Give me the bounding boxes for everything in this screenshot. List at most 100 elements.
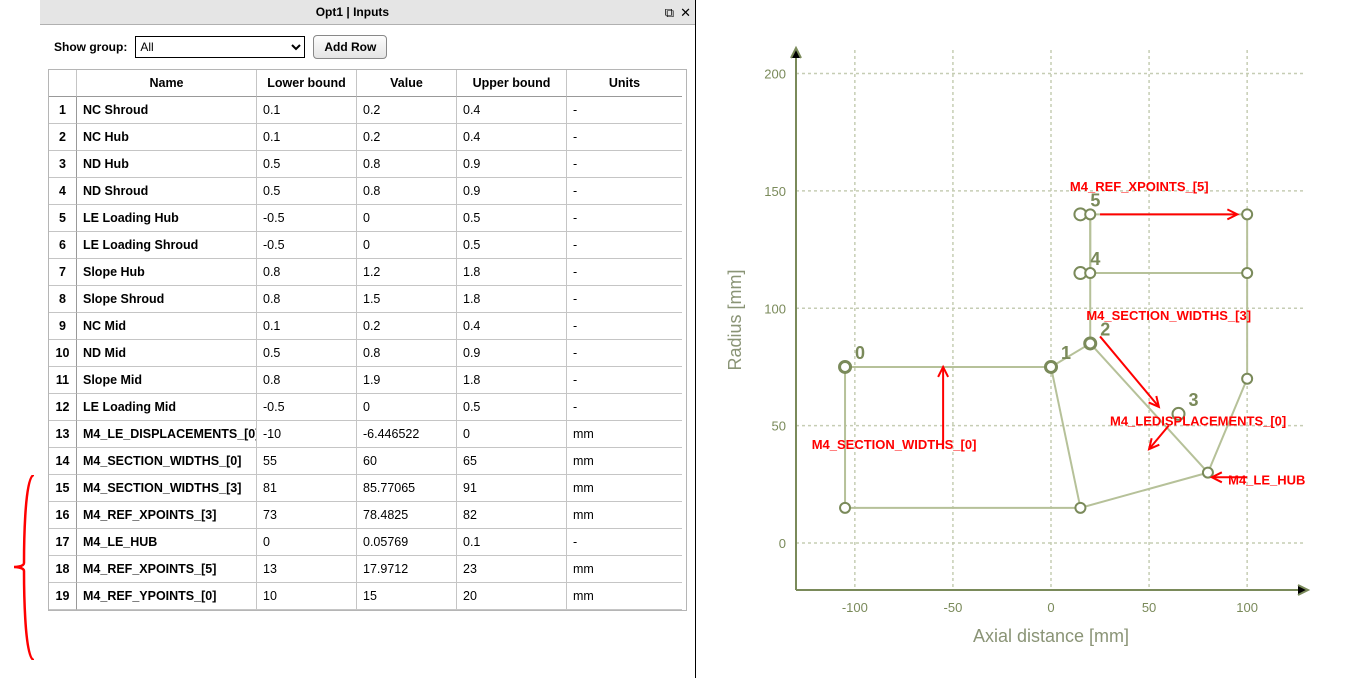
table-row[interactable]: 10ND Mid0.50.80.9-	[49, 340, 686, 367]
cell-value[interactable]: 0.05769	[357, 529, 457, 556]
table-row[interactable]: 18M4_REF_XPOINTS_[5]1317.971223mm	[49, 556, 686, 583]
table-row[interactable]: 15M4_SECTION_WIDTHS_[3]8185.7706591mm	[49, 475, 686, 502]
cell-name[interactable]: ND Hub	[77, 151, 257, 178]
col-units[interactable]: Units	[567, 70, 682, 97]
cell-value[interactable]: -6.446522	[357, 421, 457, 448]
cell-value[interactable]: 0.2	[357, 97, 457, 124]
cell-upper[interactable]: 0.5	[457, 205, 567, 232]
cell-units[interactable]: mm	[567, 556, 682, 583]
cell-upper[interactable]: 0.9	[457, 178, 567, 205]
close-icon[interactable]: ✕	[680, 6, 691, 19]
cell-units[interactable]: mm	[567, 421, 682, 448]
table-row[interactable]: 13M4_LE_DISPLACEMENTS_[0]-10-6.4465220mm	[49, 421, 686, 448]
cell-name[interactable]: M4_REF_YPOINTS_[0]	[77, 583, 257, 610]
cell-units[interactable]: -	[567, 367, 682, 394]
cell-name[interactable]: Slope Shroud	[77, 286, 257, 313]
cell-value[interactable]: 0	[357, 205, 457, 232]
cell-units[interactable]: mm	[567, 583, 682, 610]
cell-value[interactable]: 0	[357, 232, 457, 259]
cell-units[interactable]: -	[567, 151, 682, 178]
cell-units[interactable]: -	[567, 529, 682, 556]
cell-upper[interactable]: 91	[457, 475, 567, 502]
cell-value[interactable]: 78.4825	[357, 502, 457, 529]
cell-lower[interactable]: 0.8	[257, 259, 357, 286]
cell-upper[interactable]: 82	[457, 502, 567, 529]
cell-value[interactable]: 0.8	[357, 340, 457, 367]
cell-name[interactable]: M4_SECTION_WIDTHS_[3]	[77, 475, 257, 502]
cell-upper[interactable]: 0.9	[457, 151, 567, 178]
cell-units[interactable]: -	[567, 286, 682, 313]
cell-units[interactable]: -	[567, 178, 682, 205]
cell-lower[interactable]: 10	[257, 583, 357, 610]
table-row[interactable]: 1NC Shroud0.10.20.4-	[49, 97, 686, 124]
add-row-button[interactable]: Add Row	[313, 35, 387, 59]
cell-upper[interactable]: 65	[457, 448, 567, 475]
cell-upper[interactable]: 20	[457, 583, 567, 610]
cell-value[interactable]: 0	[357, 394, 457, 421]
show-group-select[interactable]: All	[135, 36, 305, 58]
cell-name[interactable]: LE Loading Shroud	[77, 232, 257, 259]
cell-name[interactable]: Slope Mid	[77, 367, 257, 394]
table-row[interactable]: 8Slope Shroud0.81.51.8-	[49, 286, 686, 313]
cell-units[interactable]: mm	[567, 502, 682, 529]
cell-name[interactable]: M4_LE_DISPLACEMENTS_[0]	[77, 421, 257, 448]
table-row[interactable]: 3ND Hub0.50.80.9-	[49, 151, 686, 178]
table-row[interactable]: 17M4_LE_HUB00.057690.1-	[49, 529, 686, 556]
cell-value[interactable]: 0.2	[357, 124, 457, 151]
cell-lower[interactable]: 81	[257, 475, 357, 502]
cell-name[interactable]: LE Loading Mid	[77, 394, 257, 421]
cell-upper[interactable]: 1.8	[457, 286, 567, 313]
cell-lower[interactable]: 0	[257, 529, 357, 556]
cell-value[interactable]: 1.9	[357, 367, 457, 394]
cell-lower[interactable]: -0.5	[257, 394, 357, 421]
cell-value[interactable]: 17.9712	[357, 556, 457, 583]
cell-upper[interactable]: 0.4	[457, 124, 567, 151]
table-row[interactable]: 19M4_REF_YPOINTS_[0]101520mm	[49, 583, 686, 610]
cell-upper[interactable]: 0.4	[457, 97, 567, 124]
cell-upper[interactable]: 0.5	[457, 394, 567, 421]
table-row[interactable]: 9NC Mid0.10.20.4-	[49, 313, 686, 340]
cell-name[interactable]: ND Shroud	[77, 178, 257, 205]
cell-upper[interactable]: 0.9	[457, 340, 567, 367]
cell-name[interactable]: M4_REF_XPOINTS_[3]	[77, 502, 257, 529]
cell-upper[interactable]: 1.8	[457, 367, 567, 394]
cell-units[interactable]: -	[567, 259, 682, 286]
cell-upper[interactable]: 0.1	[457, 529, 567, 556]
cell-name[interactable]: NC Shroud	[77, 97, 257, 124]
table-row[interactable]: 7Slope Hub0.81.21.8-	[49, 259, 686, 286]
cell-upper[interactable]: 0.4	[457, 313, 567, 340]
table-row[interactable]: 2NC Hub0.10.20.4-	[49, 124, 686, 151]
cell-units[interactable]: -	[567, 205, 682, 232]
cell-lower[interactable]: 0.5	[257, 340, 357, 367]
cell-name[interactable]: M4_SECTION_WIDTHS_[0]	[77, 448, 257, 475]
col-upper[interactable]: Upper bound	[457, 70, 567, 97]
cell-upper[interactable]: 1.8	[457, 259, 567, 286]
table-row[interactable]: 5LE Loading Hub-0.500.5-	[49, 205, 686, 232]
cell-name[interactable]: Slope Hub	[77, 259, 257, 286]
cell-lower[interactable]: -0.5	[257, 232, 357, 259]
cell-value[interactable]: 0.8	[357, 178, 457, 205]
cell-value[interactable]: 85.77065	[357, 475, 457, 502]
cell-upper[interactable]: 23	[457, 556, 567, 583]
cell-units[interactable]: mm	[567, 448, 682, 475]
table-row[interactable]: 4ND Shroud0.50.80.9-	[49, 178, 686, 205]
table-row[interactable]: 16M4_REF_XPOINTS_[3]7378.482582mm	[49, 502, 686, 529]
cell-lower[interactable]: -10	[257, 421, 357, 448]
cell-name[interactable]: LE Loading Hub	[77, 205, 257, 232]
cell-value[interactable]: 15	[357, 583, 457, 610]
cell-units[interactable]: -	[567, 313, 682, 340]
cell-lower[interactable]: 0.8	[257, 367, 357, 394]
cell-lower[interactable]: 0.1	[257, 97, 357, 124]
cell-lower[interactable]: 0.1	[257, 313, 357, 340]
cell-units[interactable]: -	[567, 232, 682, 259]
cell-value[interactable]: 1.5	[357, 286, 457, 313]
cell-lower[interactable]: 0.5	[257, 178, 357, 205]
table-row[interactable]: 6LE Loading Shroud-0.500.5-	[49, 232, 686, 259]
cell-name[interactable]: NC Mid	[77, 313, 257, 340]
cell-units[interactable]: -	[567, 340, 682, 367]
cell-lower[interactable]: 55	[257, 448, 357, 475]
cell-upper[interactable]: 0.5	[457, 232, 567, 259]
col-value[interactable]: Value	[357, 70, 457, 97]
cell-upper[interactable]: 0	[457, 421, 567, 448]
cell-lower[interactable]: 13	[257, 556, 357, 583]
